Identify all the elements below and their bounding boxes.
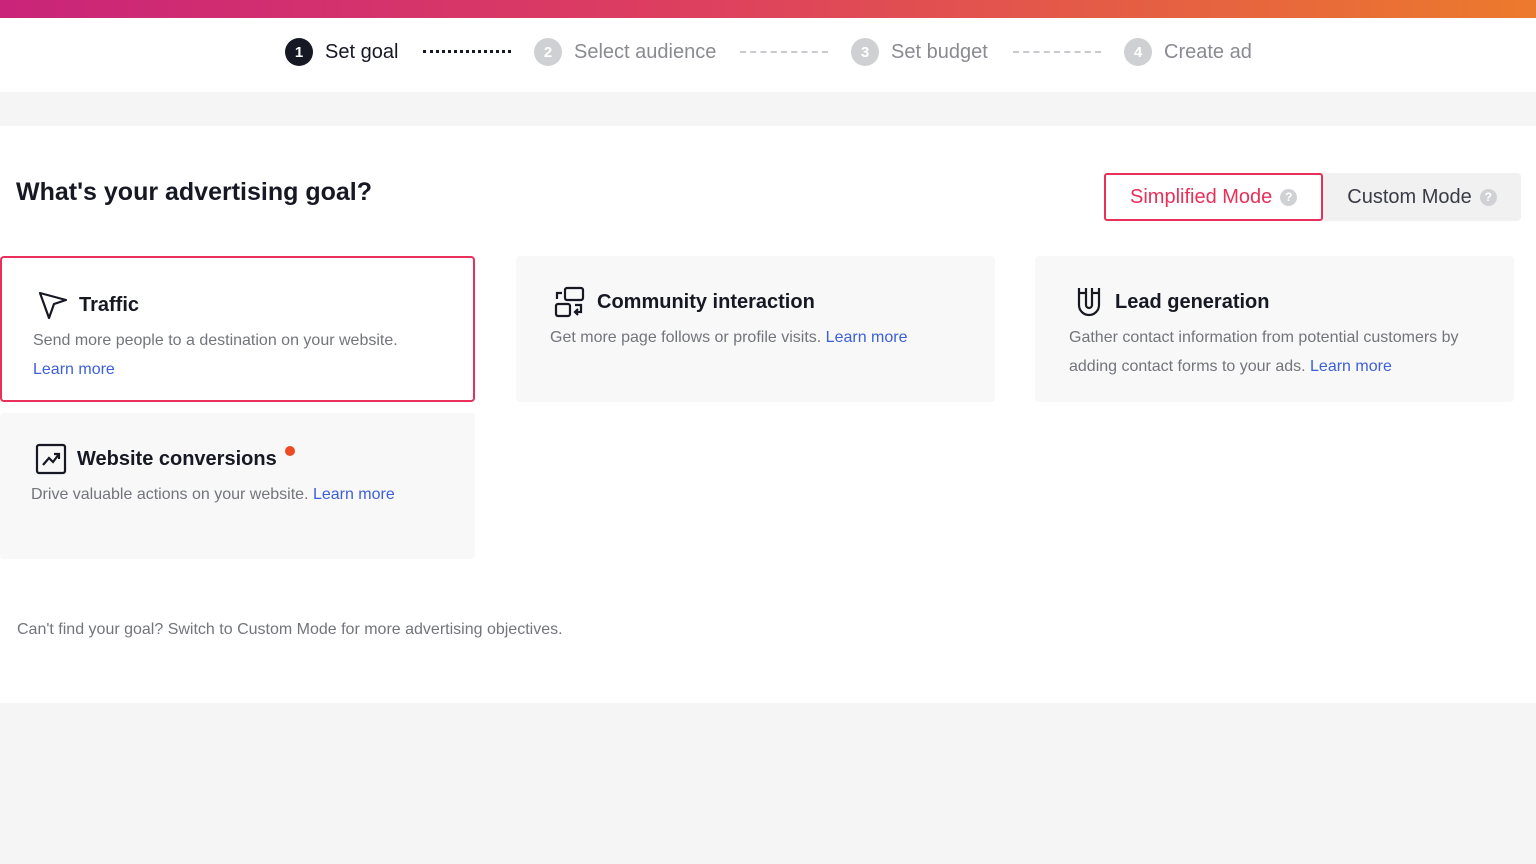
step-select-audience[interactable]: 2 Select audience [534,18,716,86]
goal-selection-panel: What's your advertising goal? Simplified… [0,126,1536,703]
card-description: Gather contact information from potentia… [1069,323,1489,381]
brand-gradient-bar [0,0,1536,18]
new-badge-dot [284,446,295,456]
card-header: Lead generation [1073,285,1269,319]
step-number: 1 [285,38,313,66]
step-number: 2 [534,38,562,66]
goal-card-lead-generation[interactable]: Lead generation Gather contact informati… [1035,256,1514,402]
help-icon[interactable]: ? [1280,188,1298,206]
step-connector [1013,51,1101,53]
step-label: Set goal [325,40,399,63]
goal-card-traffic[interactable]: Traffic Send more people to a destinatio… [0,256,475,402]
step-connector [740,51,828,53]
step-label: Select audience [574,40,717,63]
description-text: Send more people to a destination on you… [33,332,398,349]
learn-more-link[interactable]: Learn more [1310,358,1392,375]
step-number: 3 [851,38,879,66]
help-icon[interactable]: ? [1479,188,1497,206]
step-label: Set budget [891,40,988,63]
step-set-goal[interactable]: 1 Set goal [285,18,398,86]
card-description: Drive valuable actions on your website. … [31,480,451,509]
step-connector [423,50,511,53]
step-number: 4 [1124,38,1152,66]
progress-stepper: 1 Set goal 2 Select audience 3 Set budge… [0,18,1536,92]
mode-label: Simplified Mode [1130,185,1273,208]
learn-more-link[interactable]: Learn more [826,329,908,346]
goal-card-community-interaction[interactable]: Community interaction Get more page foll… [516,256,995,402]
card-title: Community interaction [597,290,815,313]
card-header: Website conversions [35,443,295,475]
description-text: Drive valuable actions on your website. [31,486,309,503]
custom-mode-button[interactable]: Custom Mode ? [1323,173,1521,221]
card-title: Website conversions [77,447,277,470]
learn-more-link[interactable]: Learn more [313,486,395,503]
step-label: Create ad [1164,40,1252,63]
learn-more-link[interactable]: Learn more [33,361,115,378]
step-set-budget[interactable]: 3 Set budget [851,18,988,86]
card-description: Get more page follows or profile visits.… [550,323,970,352]
card-title: Lead generation [1115,290,1270,313]
cursor-arrow-icon [38,291,68,320]
step-create-ad[interactable]: 4 Create ad [1124,18,1252,86]
mode-toggle: Simplified Mode ? Custom Mode ? [1104,173,1521,221]
description-text: Gather contact information from potentia… [1069,329,1459,375]
page-title: What's your advertising goal? [16,178,372,206]
mode-label: Custom Mode [1347,185,1472,208]
trend-chart-icon [35,443,67,475]
simplified-mode-button[interactable]: Simplified Mode ? [1104,173,1324,221]
community-icon [554,286,585,318]
card-header: Traffic [37,289,139,321]
magnet-icon [1077,288,1101,317]
card-title: Traffic [79,293,140,316]
card-header: Community interaction [553,285,815,319]
custom-mode-hint: Can't find your goal? Switch to Custom M… [17,621,563,638]
description-text: Get more page follows or profile visits. [550,329,822,346]
goal-card-website-conversions[interactable]: Website conversions Drive valuable actio… [0,413,475,559]
card-description: Send more people to a destination on you… [33,326,453,384]
